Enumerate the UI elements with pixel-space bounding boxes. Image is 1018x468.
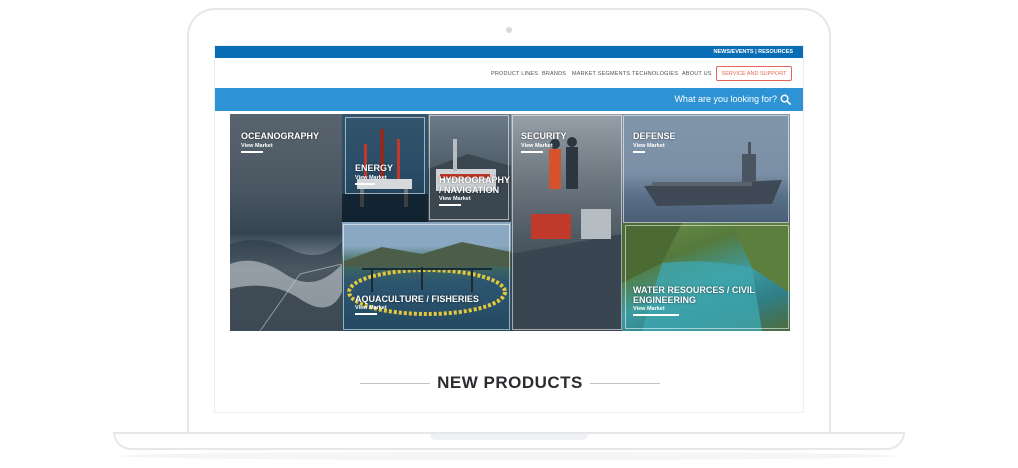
tile-underline [355, 313, 377, 315]
tile-underline [439, 204, 461, 206]
tile-title: AQUACULTURE / FISHERIES [355, 294, 479, 304]
main-nav: PRODUCT LINES BRANDS MARKET SEGMENTS TEC… [215, 64, 803, 86]
market-tile-aquaculture[interactable]: AQUACULTURE / FISHERIES View Market [342, 222, 511, 331]
market-tile-water-resources[interactable]: WATER RESOURCES / CIVIL ENGINEERING View… [622, 223, 790, 331]
view-market-link[interactable]: View Market [633, 143, 665, 149]
tile-title: SECURITY [521, 131, 567, 141]
search-prompt[interactable]: What are you looking for? [674, 94, 777, 104]
tile-underline [633, 151, 645, 153]
tile-title: OCEANOGRAPHY [241, 131, 320, 141]
search-bar[interactable]: What are you looking for? [215, 88, 803, 111]
market-tile-oceanography[interactable]: OCEANOGRAPHY View Market [230, 114, 342, 331]
tile-title: DEFENSE [633, 131, 676, 141]
nav-market-segments[interactable]: MARKET SEGMENTS [572, 71, 630, 77]
laptop-notch [430, 434, 588, 440]
heading-rule-right [590, 383, 660, 384]
nav-about-us[interactable]: ABOUT US [682, 71, 712, 77]
view-market-link[interactable]: View Market [355, 175, 387, 181]
tile-title: WATER RESOURCES / CIVIL ENGINEERING [633, 285, 755, 305]
resources-link[interactable]: RESOURCES [758, 49, 793, 55]
news-events-link[interactable]: NEWS/EVENTS [714, 49, 754, 55]
market-mosaic: OCEANOGRAPHY View Market ENERGY View Mar… [230, 114, 790, 331]
nav-technologies[interactable]: TECHNOLOGIES [632, 71, 678, 77]
view-market-link[interactable]: View Market [439, 196, 471, 202]
website-screen: NEWS/EVENTS | RESOURCES PRODUCT LINES BR… [214, 45, 804, 413]
tile-title: HYDROGRAPHY / NAVIGATION [439, 175, 510, 195]
view-market-link[interactable]: View Market [355, 305, 387, 311]
tile-underline [241, 151, 263, 153]
laptop-shadow [120, 452, 898, 460]
nav-brands[interactable]: BRANDS [542, 71, 566, 77]
tile-underline [355, 183, 375, 185]
view-market-link[interactable]: View Market [241, 143, 273, 149]
utility-bar: NEWS/EVENTS | RESOURCES [215, 46, 803, 58]
service-support-button[interactable]: SERVICE AND SUPPORT [716, 66, 792, 81]
laptop-camera [506, 27, 512, 33]
nav-product-lines[interactable]: PRODUCT LINES [491, 71, 538, 77]
tile-underline [633, 314, 679, 316]
tile-underline [521, 151, 543, 153]
market-tile-defense[interactable]: DEFENSE View Market [622, 114, 790, 223]
market-tile-energy[interactable]: ENERGY View Market [342, 114, 428, 222]
tile-title: ENERGY [355, 163, 394, 173]
search-icon[interactable] [780, 94, 791, 105]
survey-ship-image [428, 139, 511, 222]
market-tile-security[interactable]: SECURITY View Market [511, 114, 622, 331]
view-market-link[interactable]: View Market [521, 143, 553, 149]
market-tile-hydrography[interactable]: HYDROGRAPHY / NAVIGATION View Market [428, 114, 511, 222]
utility-separator: | [755, 49, 757, 55]
view-market-link[interactable]: View Market [633, 306, 665, 312]
new-products-section: NEW PRODUCTS [360, 371, 660, 395]
fish-farm-image [342, 242, 511, 316]
